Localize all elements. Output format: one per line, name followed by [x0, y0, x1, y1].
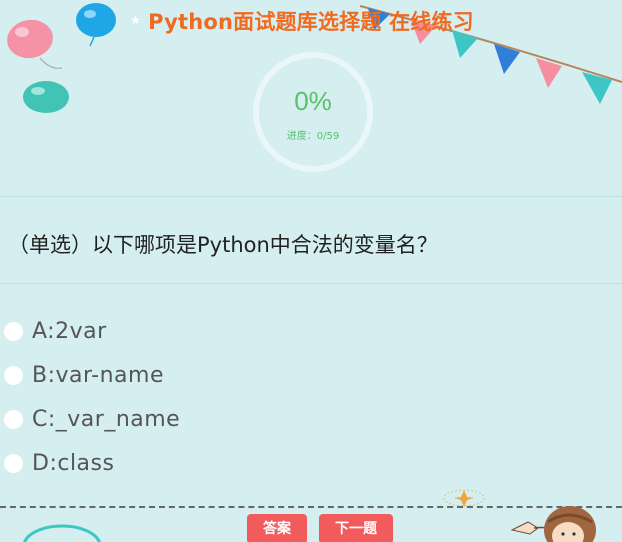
- divider: [0, 283, 622, 284]
- progress-percent: 0%: [294, 86, 332, 116]
- radio-button[interactable]: [4, 453, 23, 473]
- radio-button[interactable]: [4, 409, 23, 429]
- option-label: B:var-name: [32, 362, 164, 388]
- option-label: D:class: [32, 450, 115, 476]
- option-a[interactable]: A:2var: [4, 316, 107, 346]
- next-question-button[interactable]: 下一题: [319, 514, 393, 542]
- progress-ring: 0% 进度：0/59: [251, 50, 375, 174]
- option-c[interactable]: C:_var_name: [4, 404, 180, 434]
- option-label: A:2var: [32, 318, 107, 344]
- question-text: （单选）以下哪项是Python中合法的变量名？: [8, 233, 438, 257]
- circle-decoration: [23, 524, 101, 542]
- radio-button[interactable]: [4, 365, 23, 385]
- cartoon-girl-decoration: [510, 506, 596, 542]
- page-title: Python面试题库选择题 在线练习: [148, 10, 474, 34]
- radio-button[interactable]: [4, 321, 23, 341]
- option-b[interactable]: B:var-name: [4, 360, 164, 390]
- answer-button[interactable]: 答案: [247, 514, 307, 542]
- option-label: C:_var_name: [32, 406, 181, 432]
- option-d[interactable]: D:class: [4, 448, 114, 478]
- progress-label: 进度：0/59: [286, 131, 340, 142]
- divider: [0, 196, 622, 197]
